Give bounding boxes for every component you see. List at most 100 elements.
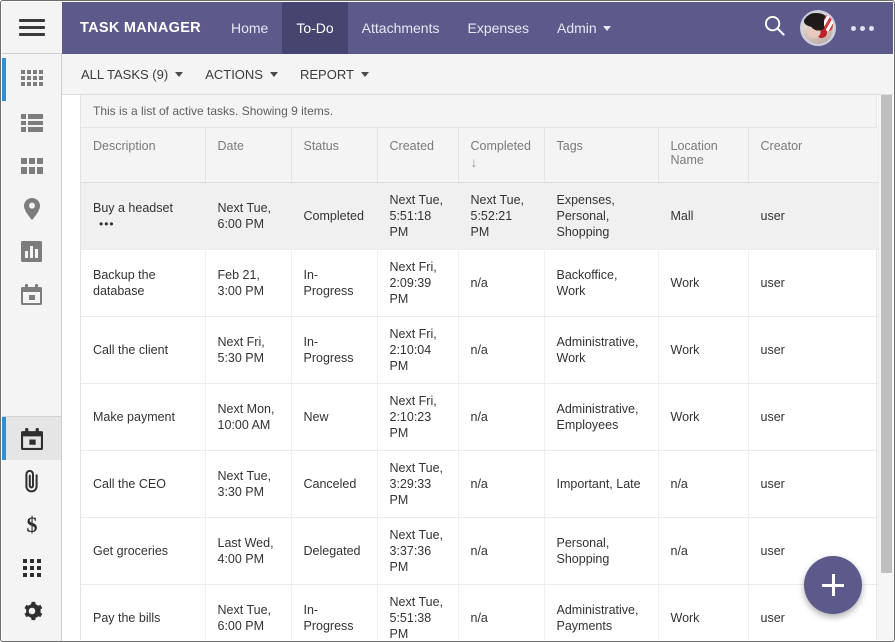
cell-date: Last Wed, 4:00 PM — [205, 517, 292, 585]
cell-location-name: Work — [658, 316, 749, 384]
table-row[interactable]: Get groceries Last Wed, 4:00 PM Delegated N… — [81, 517, 893, 585]
nav-tab-home[interactable]: Home — [217, 2, 282, 54]
table-head: Description Date Status Created Complete… — [81, 128, 893, 183]
cell-description: Buy a headset••• — [81, 182, 206, 250]
cell-status: Completed — [291, 182, 378, 250]
sidebar-item-expenses[interactable]: $ — [2, 503, 61, 546]
map-pin-icon — [23, 197, 41, 220]
cell-date: Next Tue, 6:00 PM — [205, 182, 292, 250]
chevron-down-icon — [602, 25, 611, 31]
cell-status: New — [291, 383, 378, 451]
list-icon — [20, 113, 43, 132]
column-header-date[interactable]: Date — [205, 128, 292, 183]
cell-tags: Important, Late — [544, 450, 659, 518]
sidebar-item-grid-dense[interactable] — [2, 58, 61, 101]
column-header-status[interactable]: Status — [291, 128, 378, 183]
row-actions-icon[interactable]: ••• — [99, 216, 115, 232]
table-body: Buy a headset••• Next Tue, 6:00 PM Complet… — [81, 182, 893, 640]
table-row[interactable]: Buy a headset••• Next Tue, 6:00 PM Complet… — [81, 182, 893, 250]
cell-status: In-Progress — [291, 584, 378, 640]
search-button[interactable] — [753, 2, 795, 54]
sidebar-item-apps[interactable] — [2, 546, 61, 589]
toolbar-actions-label: ACTIONS — [205, 66, 263, 82]
column-header-creator[interactable]: Creator — [748, 128, 893, 183]
toolbar-all-tasks-label: ALL TASKS (9) — [81, 66, 169, 82]
sidebar-item-map[interactable] — [2, 187, 61, 230]
scrollbar-thumb[interactable] — [881, 95, 892, 573]
cell-description: Get groceries — [81, 517, 206, 585]
nav-tab-expenses[interactable]: Expenses — [454, 2, 543, 54]
cell-description: Pay the bills — [81, 584, 206, 640]
table-row[interactable]: Call the CEO Next Tue, 3:30 PM Canceled Nex… — [81, 450, 893, 518]
column-header-created[interactable]: Created — [377, 128, 459, 183]
sidebar-item-list[interactable] — [2, 101, 61, 144]
rail-bottom-group: $ — [2, 412, 61, 641]
brand-title: TASK MANAGER — [80, 20, 201, 36]
cell-tags: Administrative, Employees — [544, 383, 659, 451]
plus-icon — [822, 574, 844, 596]
nav-tab-todo[interactable]: To-Do — [282, 2, 348, 54]
active-accent-bar — [2, 230, 6, 273]
cell-created: Next Fri, 2:09:39 PM — [377, 249, 459, 317]
column-header-location-name[interactable]: Location Name — [658, 128, 749, 183]
column-header-description[interactable]: Description — [81, 128, 206, 183]
nav-tab-attachments[interactable]: Attachments — [348, 2, 454, 54]
cell-creator: user — [748, 450, 893, 518]
sidebar-item-chart[interactable] — [2, 230, 61, 273]
cell-location-name: n/a — [658, 450, 749, 518]
app-header: TASK MANAGER Home To-Do Attachments Expe… — [62, 2, 893, 54]
nav-tab-admin[interactable]: Admin — [543, 2, 625, 54]
sidebar-item-calendar-top[interactable] — [2, 273, 61, 316]
menu-button[interactable] — [2, 2, 62, 54]
calendar-icon — [21, 284, 42, 305]
table-row[interactable]: Pay the bills Next Tue, 6:00 PM In-Progres… — [81, 584, 893, 640]
avatar-ribbon — [823, 14, 833, 32]
add-task-button[interactable] — [804, 556, 862, 614]
app-window: $ TASK MANAGER Home To-Do Attachments Ex… — [0, 0, 895, 642]
cell-description: Call the client — [81, 316, 206, 384]
more-options-button[interactable] — [841, 2, 883, 54]
chevron-down-icon — [175, 71, 184, 77]
column-header-completed[interactable]: Completed ↓ — [458, 128, 545, 183]
cell-description: Make payment — [81, 383, 206, 451]
cell-status: In-Progress — [291, 316, 378, 384]
cell-completed: n/a — [458, 316, 545, 384]
cell-tags: Administrative, Payments — [544, 584, 659, 640]
content-area: This is a list of active tasks. Showing … — [62, 95, 893, 640]
cell-created: Next Fri, 2:10:04 PM — [377, 316, 459, 384]
column-header-tags[interactable]: Tags — [544, 128, 659, 183]
cell-created: Next Tue, 5:51:38 PM — [377, 584, 459, 640]
menu-icon — [19, 15, 45, 40]
toolbar-report[interactable]: REPORT — [300, 67, 369, 82]
column-label: Location Name — [670, 139, 718, 167]
column-label: Completed — [470, 139, 531, 153]
cell-completed: n/a — [458, 450, 545, 518]
cell-tags: Expenses, Personal, Shopping — [544, 182, 659, 250]
sidebar-item-tiles[interactable] — [2, 144, 61, 187]
toolbar-all-tasks[interactable]: ALL TASKS (9) — [81, 66, 184, 82]
cell-creator: user — [748, 249, 893, 317]
table-row[interactable]: Make payment Next Mon, 10:00 AM New Next Fr… — [81, 383, 893, 451]
cell-location-name: Work — [658, 249, 749, 317]
column-label: Date — [217, 139, 244, 153]
active-accent-bar — [2, 417, 6, 460]
avatar[interactable] — [800, 10, 836, 46]
sidebar-item-settings[interactable] — [2, 589, 61, 632]
column-label: Created — [389, 139, 434, 153]
vertical-scrollbar[interactable] — [878, 95, 893, 640]
column-label: Tags — [556, 139, 583, 153]
table-row[interactable]: Call the client Next Fri, 5:30 PM In-Progr… — [81, 316, 893, 384]
sidebar-item-attachments[interactable] — [2, 460, 61, 503]
main-nav: Home To-Do Attachments Expenses Admin — [217, 2, 625, 54]
sidebar-item-calendar[interactable] — [2, 417, 61, 460]
cell-created: Next Tue, 5:51:18 PM — [377, 182, 459, 250]
cell-creator: user — [748, 182, 893, 250]
task-table: Description Date Status Created Complete… — [81, 128, 893, 640]
bar-chart-icon — [21, 241, 42, 262]
column-label: Status — [303, 139, 339, 153]
cell-creator: user — [748, 383, 893, 451]
active-accent-bar — [2, 187, 6, 230]
toolbar-actions[interactable]: ACTIONS — [205, 67, 278, 82]
table-row[interactable]: Backup the database Feb 21, 3:00 PM In-Pro… — [81, 249, 893, 317]
chevron-down-icon — [269, 71, 278, 77]
